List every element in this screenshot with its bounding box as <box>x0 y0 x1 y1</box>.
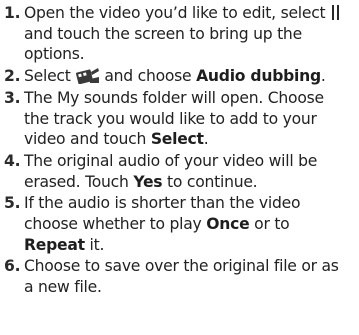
step-text: . <box>203 130 209 149</box>
instruction-step-1: 1. Open the video you’d like to edit, sel… <box>4 3 352 65</box>
step-text: . <box>320 67 326 86</box>
step-number: 2. <box>4 67 21 86</box>
instruction-step-5: 5. If the audio is shorter than the video… <box>4 193 352 255</box>
step-emphasis: Repeat <box>24 235 85 254</box>
step-text: Select <box>24 67 71 86</box>
step-emphasis: Once <box>206 215 250 234</box>
step-text: and choose <box>104 67 192 86</box>
step-text: it. <box>89 235 105 254</box>
step-emphasis: Yes <box>133 172 163 191</box>
step-text: or to <box>254 215 290 234</box>
step-text: Open the video you’d like to edit, selec… <box>24 4 326 22</box>
step-text: to continue. <box>167 172 258 191</box>
instruction-step-4: 4. The original audio of your video will … <box>4 151 352 192</box>
step-number: 5. <box>4 194 21 213</box>
step-emphasis: Select <box>150 130 204 149</box>
step-text: and touch the screen to bring up the opt… <box>24 24 302 64</box>
instruction-step-3: 3. The My sounds folder will open. Choose… <box>4 88 352 150</box>
instruction-step-6: 6. Choose to save over the original file … <box>4 256 352 297</box>
video-edit-icon <box>76 68 100 85</box>
step-text: Choose to save over the original file or… <box>24 257 339 297</box>
step-emphasis: Audio dubbing <box>196 67 321 86</box>
instruction-step-2: 2. Select and choose Audio dubbing. <box>4 66 352 87</box>
instruction-list: 1. Open the video you’d like to edit, sel… <box>0 0 352 298</box>
pause-icon <box>332 5 340 20</box>
step-number: 6. <box>4 257 21 276</box>
step-number: 3. <box>4 88 21 107</box>
step-number: 4. <box>4 151 21 170</box>
step-number: 1. <box>4 4 21 22</box>
